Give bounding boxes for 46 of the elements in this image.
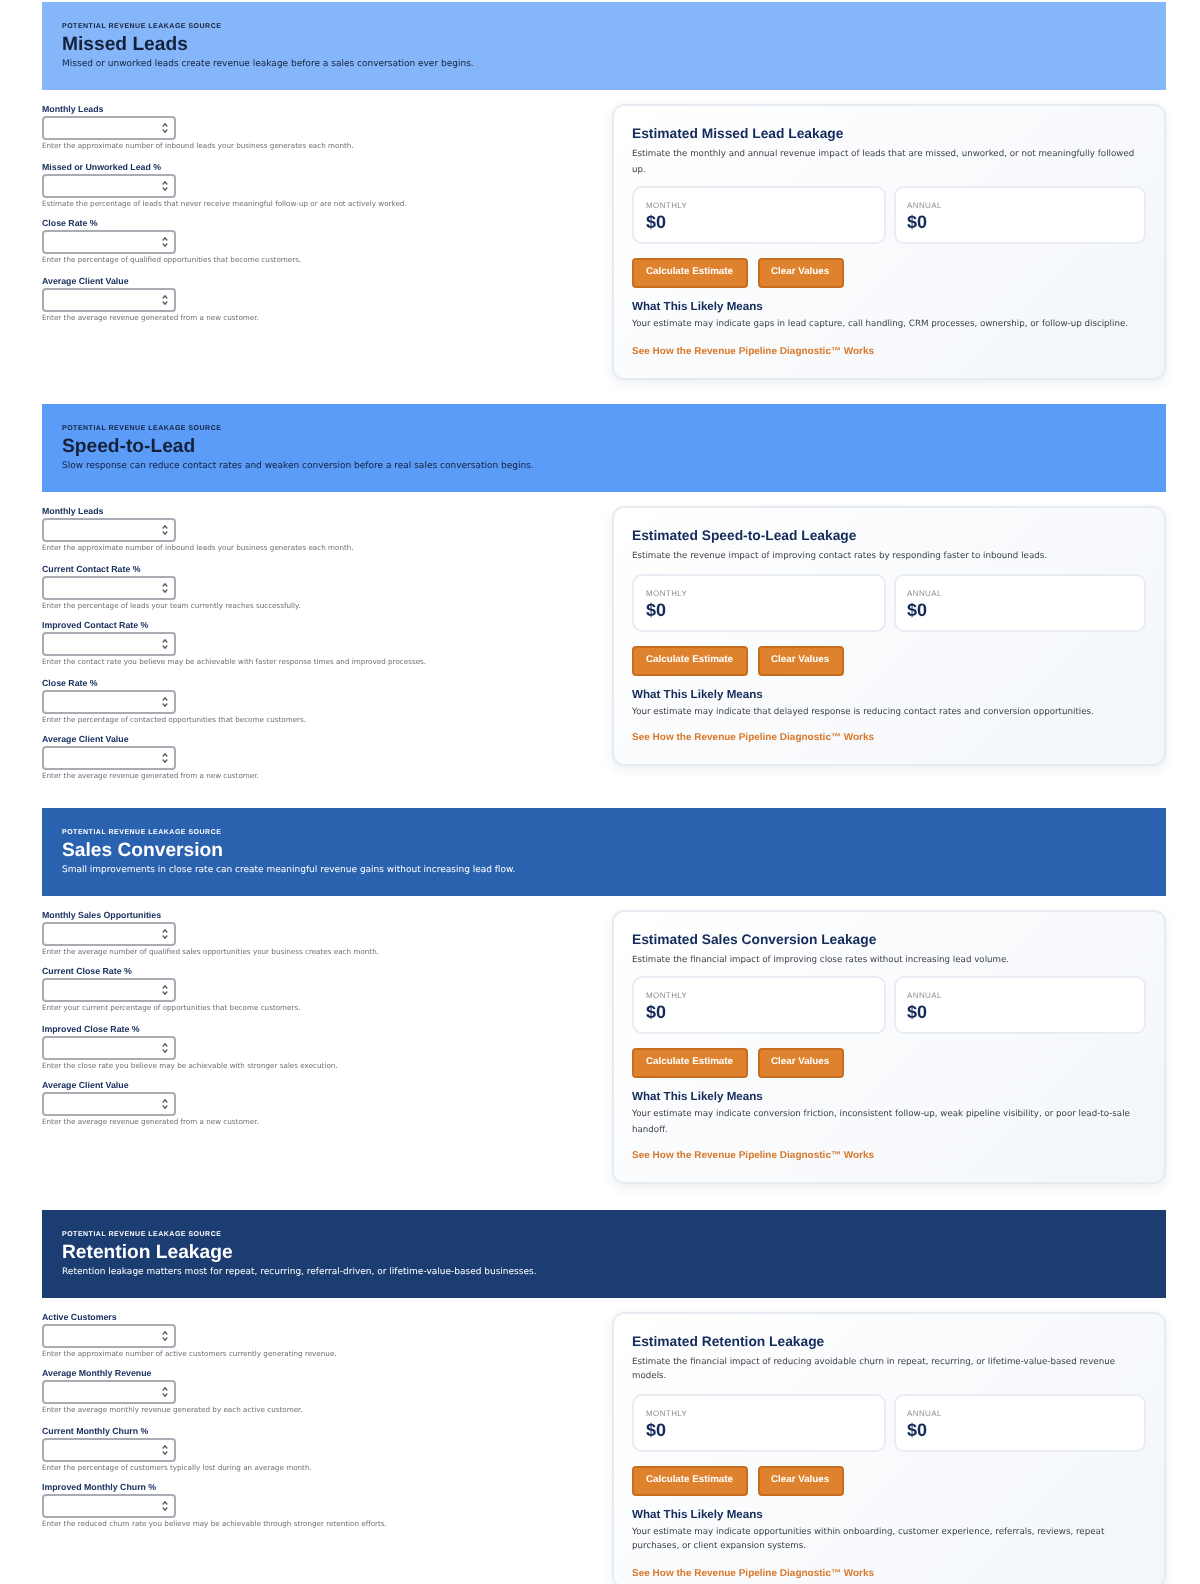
stepper-icon[interactable] <box>162 581 168 593</box>
stepper-icon[interactable] <box>162 1329 168 1341</box>
number-input[interactable] <box>42 921 176 945</box>
number-input[interactable] <box>42 116 176 140</box>
result-value: $0 <box>646 1419 669 1441</box>
stepper-icon[interactable] <box>162 752 168 764</box>
number-input[interactable] <box>42 575 176 599</box>
stepper-icon[interactable] <box>162 638 168 650</box>
result-value: $0 <box>907 1419 930 1441</box>
number-input[interactable] <box>42 230 176 254</box>
stepper-icon[interactable] <box>162 1041 168 1053</box>
number-input[interactable] <box>42 1380 176 1404</box>
result-value: $0 <box>907 599 930 621</box>
number-input[interactable] <box>42 1035 176 1059</box>
stepper-icon[interactable] <box>162 927 168 939</box>
number-input[interactable] <box>42 978 176 1002</box>
section-title: Retention Leakage <box>62 1239 235 1265</box>
number-input[interactable] <box>42 1323 176 1347</box>
number-input[interactable] <box>42 746 176 770</box>
result-value: $0 <box>646 212 669 234</box>
result-value: $0 <box>646 599 669 621</box>
number-input[interactable] <box>42 287 176 311</box>
number-input[interactable] <box>42 1494 176 1518</box>
section-title: Speed-to-Lead <box>62 434 198 460</box>
stepper-icon[interactable] <box>162 122 168 134</box>
section-title: Sales Conversion <box>62 837 226 863</box>
number-input[interactable] <box>42 689 176 713</box>
stepper-icon[interactable] <box>162 1500 168 1512</box>
stepper-icon[interactable] <box>162 1443 168 1455</box>
stepper-icon[interactable] <box>162 236 168 248</box>
section-title: Missed Leads <box>62 32 190 58</box>
stepper-icon[interactable] <box>162 695 168 707</box>
number-input[interactable] <box>42 173 176 197</box>
number-input[interactable] <box>42 1437 176 1461</box>
number-input[interactable] <box>42 632 176 656</box>
stepper-icon[interactable] <box>162 179 168 191</box>
stepper-icon[interactable] <box>162 524 168 536</box>
stepper-icon[interactable] <box>162 1098 168 1110</box>
result-value: $0 <box>907 1002 930 1024</box>
stepper-icon[interactable] <box>162 1386 168 1398</box>
number-input[interactable] <box>42 1092 176 1116</box>
stepper-icon[interactable] <box>162 293 168 305</box>
number-input[interactable] <box>42 518 176 542</box>
stepper-icon[interactable] <box>162 984 168 996</box>
result-value: $0 <box>907 212 930 234</box>
result-value: $0 <box>646 1002 669 1024</box>
